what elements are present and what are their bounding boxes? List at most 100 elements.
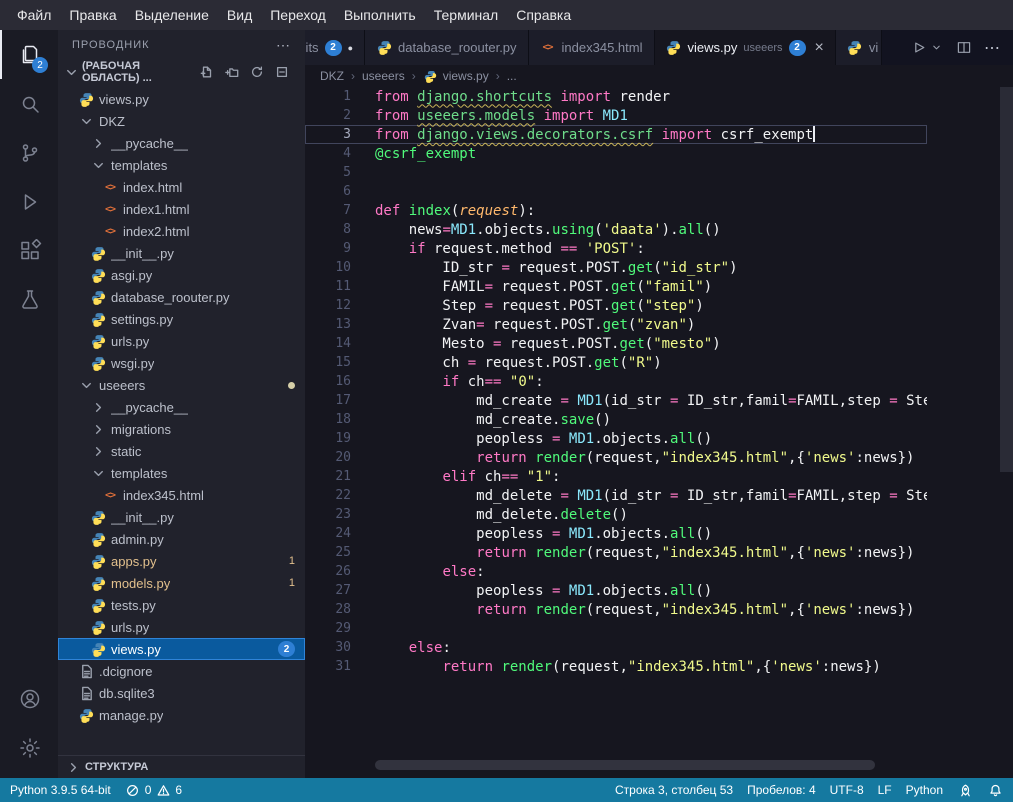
line-number[interactable]: 4 [305, 146, 351, 161]
tab-iiits[interactable]: iiits2● [305, 30, 365, 65]
line-number[interactable]: 27 [305, 583, 351, 598]
tree-item[interactable]: <>index345.html [58, 484, 305, 506]
code-line[interactable]: 9 if request.method == 'POST': [305, 239, 927, 258]
code-line[interactable]: 6 [305, 182, 927, 201]
tree-item[interactable]: templates [58, 154, 305, 176]
tab-database-roouter-py[interactable]: database_roouter.py [365, 30, 529, 65]
tree-item[interactable]: settings.py [58, 308, 305, 330]
code-line[interactable]: 30 else: [305, 638, 927, 657]
tree-item[interactable]: admin.py [58, 528, 305, 550]
tree-item[interactable]: __pycache__ [58, 132, 305, 154]
run-debug-icon[interactable] [0, 177, 58, 226]
code-line[interactable]: 7def index(request): [305, 201, 927, 220]
tree-item[interactable]: __init__.py [58, 242, 305, 264]
testing-icon[interactable] [0, 275, 58, 324]
code-line[interactable]: 10 ID_str = request.POST.get("id_str") [305, 258, 927, 277]
tree-item[interactable]: <>index.html [58, 176, 305, 198]
more-actions-icon[interactable]: ⋯ [276, 37, 291, 54]
account-icon[interactable] [0, 674, 58, 723]
extensions-icon[interactable] [0, 226, 58, 275]
code-line[interactable]: 19 peopless = MD1.objects.all() [305, 429, 927, 448]
code-line[interactable]: 24 peopless = MD1.objects.all() [305, 524, 927, 543]
menu-item[interactable]: Выполнить [335, 3, 425, 27]
status-encoding[interactable]: UTF-8 [830, 783, 864, 797]
explorer-icon[interactable]: 2 [0, 30, 58, 79]
breadcrumb-item[interactable]: ... [507, 69, 517, 83]
new-file-icon[interactable] [199, 64, 215, 80]
line-number[interactable]: 14 [305, 336, 351, 351]
line-number[interactable]: 15 [305, 355, 351, 370]
line-number[interactable]: 2 [305, 108, 351, 123]
tree-item[interactable]: views.py [58, 88, 305, 110]
code-line[interactable]: 17 md_create = MD1(id_str = ID_str,famil… [305, 391, 927, 410]
status-rocket[interactable] [957, 782, 973, 798]
tree-item[interactable]: DKZ [58, 110, 305, 132]
code-line[interactable]: 12 Step = request.POST.get("step") [305, 296, 927, 315]
line-number[interactable]: 31 [305, 659, 351, 674]
menu-item[interactable]: Справка [507, 3, 580, 27]
code-line[interactable]: 29 [305, 619, 927, 638]
line-number[interactable]: 24 [305, 526, 351, 541]
code-line[interactable]: 21 elif ch== "1": [305, 467, 927, 486]
line-number[interactable]: 21 [305, 469, 351, 484]
tree-item[interactable]: apps.py1 [58, 550, 305, 572]
menu-item[interactable]: Правка [60, 3, 125, 27]
new-folder-icon[interactable] [224, 64, 240, 80]
tree-item[interactable]: __pycache__ [58, 396, 305, 418]
tree-item[interactable]: database_roouter.py [58, 286, 305, 308]
status-problems[interactable]: 06 [125, 782, 182, 798]
tab-index345-html[interactable]: <>index345.html [529, 30, 655, 65]
line-number[interactable]: 1 [305, 89, 351, 104]
code-line[interactable]: 11 FAMIL= request.POST.get("famil") [305, 277, 927, 296]
line-number[interactable]: 7 [305, 203, 351, 218]
tree-item[interactable]: .dcignore [58, 660, 305, 682]
menu-item[interactable]: Терминал [425, 3, 507, 27]
code-line[interactable]: 2from useeers.models import MD1 [305, 106, 927, 125]
tree-item[interactable]: views.py2 [58, 638, 305, 660]
code-line[interactable]: 13 Zvan= request.POST.get("zvan") [305, 315, 927, 334]
outline-section-header[interactable]: СТРУКТУРА [58, 755, 305, 778]
tree-item[interactable]: <>index2.html [58, 220, 305, 242]
status-cursor-position[interactable]: Строка 3, столбец 53 [615, 783, 733, 797]
line-number[interactable]: 25 [305, 545, 351, 560]
tree-item[interactable]: urls.py [58, 616, 305, 638]
tree-item[interactable]: db.sqlite3 [58, 682, 305, 704]
tree-item[interactable]: __init__.py [58, 506, 305, 528]
tree-item[interactable]: <>index1.html [58, 198, 305, 220]
tab-views-py[interactable]: views.pyuseeers2× [655, 30, 836, 65]
code-line[interactable]: 16 if ch== "0": [305, 372, 927, 391]
tree-item[interactable]: templates [58, 462, 305, 484]
code-line[interactable]: 27 peopless = MD1.objects.all() [305, 581, 927, 600]
line-number[interactable]: 28 [305, 602, 351, 617]
run-button[interactable] [911, 40, 944, 56]
tree-item[interactable]: tests.py [58, 594, 305, 616]
status-indentation[interactable]: Пробелов: 4 [747, 783, 816, 797]
workspace-section-header[interactable]: (РАБОЧАЯ ОБЛАСТЬ) ... [58, 60, 305, 84]
code-line[interactable]: 15 ch = request.POST.get("R") [305, 353, 927, 372]
search-icon[interactable] [0, 79, 58, 128]
status-python-interpreter[interactable]: Python 3.9.5 64-bit [10, 783, 111, 797]
line-number[interactable]: 16 [305, 374, 351, 389]
code-line[interactable]: 4@csrf_exempt [305, 144, 927, 163]
line-number[interactable]: 22 [305, 488, 351, 503]
split-editor-icon[interactable] [956, 40, 972, 56]
line-number[interactable]: 13 [305, 317, 351, 332]
tree-item[interactable]: wsgi.py [58, 352, 305, 374]
code-line[interactable]: 22 md_delete = MD1(id_str = ID_str,famil… [305, 486, 927, 505]
code-line[interactable]: 8 news=MD1.objects.using('daata').all() [305, 220, 927, 239]
line-number[interactable]: 11 [305, 279, 351, 294]
line-number[interactable]: 5 [305, 165, 351, 180]
tree-item[interactable]: migrations [58, 418, 305, 440]
line-number[interactable]: 23 [305, 507, 351, 522]
line-number[interactable]: 9 [305, 241, 351, 256]
code-line[interactable]: 23 md_delete.delete() [305, 505, 927, 524]
code-line[interactable]: 14 Mesto = request.POST.get("mesto") [305, 334, 927, 353]
tree-item[interactable]: manage.py [58, 704, 305, 726]
line-number[interactable]: 10 [305, 260, 351, 275]
line-number[interactable]: 6 [305, 184, 351, 199]
line-number[interactable]: 20 [305, 450, 351, 465]
line-number[interactable]: 12 [305, 298, 351, 313]
code-line[interactable]: 26 else: [305, 562, 927, 581]
source-control-icon[interactable] [0, 128, 58, 177]
settings-icon[interactable] [0, 723, 58, 772]
